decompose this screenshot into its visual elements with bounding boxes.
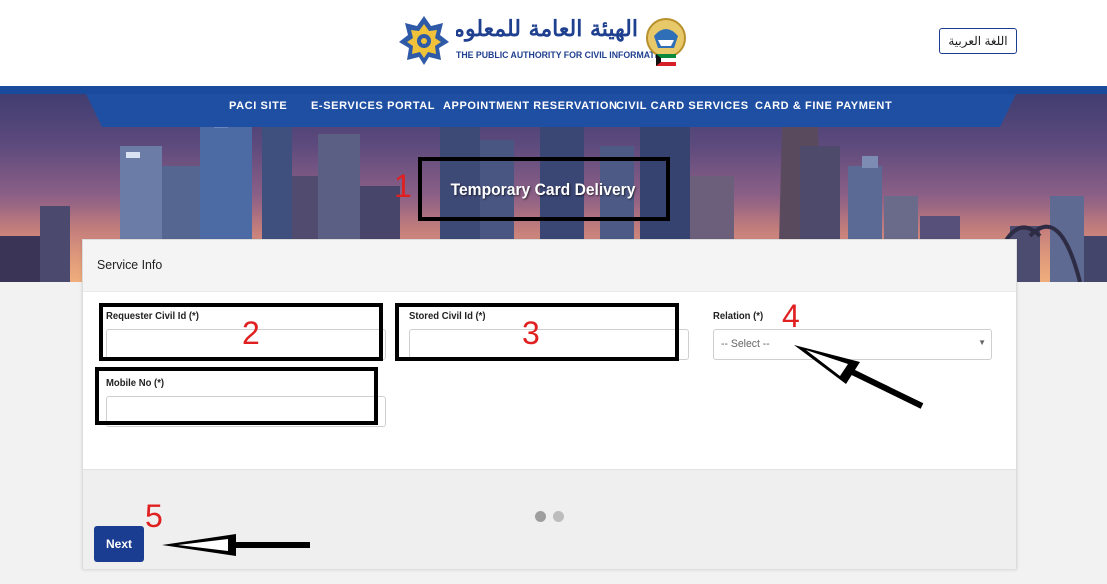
nav-item-appointment-reservation[interactable]: APPOINTMENT RESERVATION bbox=[443, 94, 618, 127]
step-dot-1 bbox=[535, 511, 546, 522]
main-navigation: PACI SITE E-SERVICES PORTAL APPOINTMENT … bbox=[86, 94, 1016, 127]
relation-select[interactable]: -- Select -- ▼ bbox=[713, 329, 992, 360]
logo-arabic-text: الهيئة العامة للمعلومات المدنية bbox=[456, 16, 638, 42]
nav-item-e-services-portal[interactable]: E-SERVICES PORTAL bbox=[311, 94, 435, 127]
paci-emblem-icon bbox=[399, 16, 449, 65]
card-footer: Next bbox=[83, 469, 1016, 569]
annotation-box-requester-civil-id bbox=[99, 303, 383, 361]
language-toggle-button[interactable]: اللغة العربية bbox=[939, 28, 1017, 54]
annotation-number-4: 4 bbox=[782, 298, 800, 334]
annotation-number-3: 3 bbox=[522, 315, 540, 351]
annotation-number-1: 1 bbox=[394, 168, 412, 204]
next-button[interactable]: Next bbox=[94, 526, 144, 562]
annotation-number-5: 5 bbox=[145, 498, 163, 534]
relation-label: Relation (*) bbox=[713, 311, 764, 322]
card-header: Service Info bbox=[83, 240, 1016, 292]
hero-top-band bbox=[0, 86, 1107, 94]
paci-logo[interactable]: الهيئة العامة للمعلومات المدنية THE PUBL… bbox=[398, 12, 690, 70]
nav-item-card-fine-payment[interactable]: CARD & FINE PAYMENT bbox=[755, 94, 892, 127]
kuwait-coat-of-arms-icon bbox=[646, 18, 686, 66]
logo-english-text: THE PUBLIC AUTHORITY FOR CIVIL INFORMATI… bbox=[456, 50, 671, 61]
caret-down-icon: ▼ bbox=[978, 338, 986, 347]
nav-item-civil-card-services[interactable]: CIVIL CARD SERVICES bbox=[616, 94, 749, 127]
relation-selected-value: -- Select -- bbox=[721, 338, 770, 350]
annotation-number-2: 2 bbox=[242, 315, 260, 351]
annotation-box-mobile-no bbox=[95, 367, 378, 425]
site-header: الهيئة العامة للمعلومات المدنية THE PUBL… bbox=[0, 0, 1107, 86]
nav-item-paci-site[interactable]: PACI SITE bbox=[229, 94, 287, 127]
step-dot-2 bbox=[553, 511, 564, 522]
annotation-box-title bbox=[418, 157, 670, 221]
section-title: Service Info bbox=[97, 257, 163, 272]
